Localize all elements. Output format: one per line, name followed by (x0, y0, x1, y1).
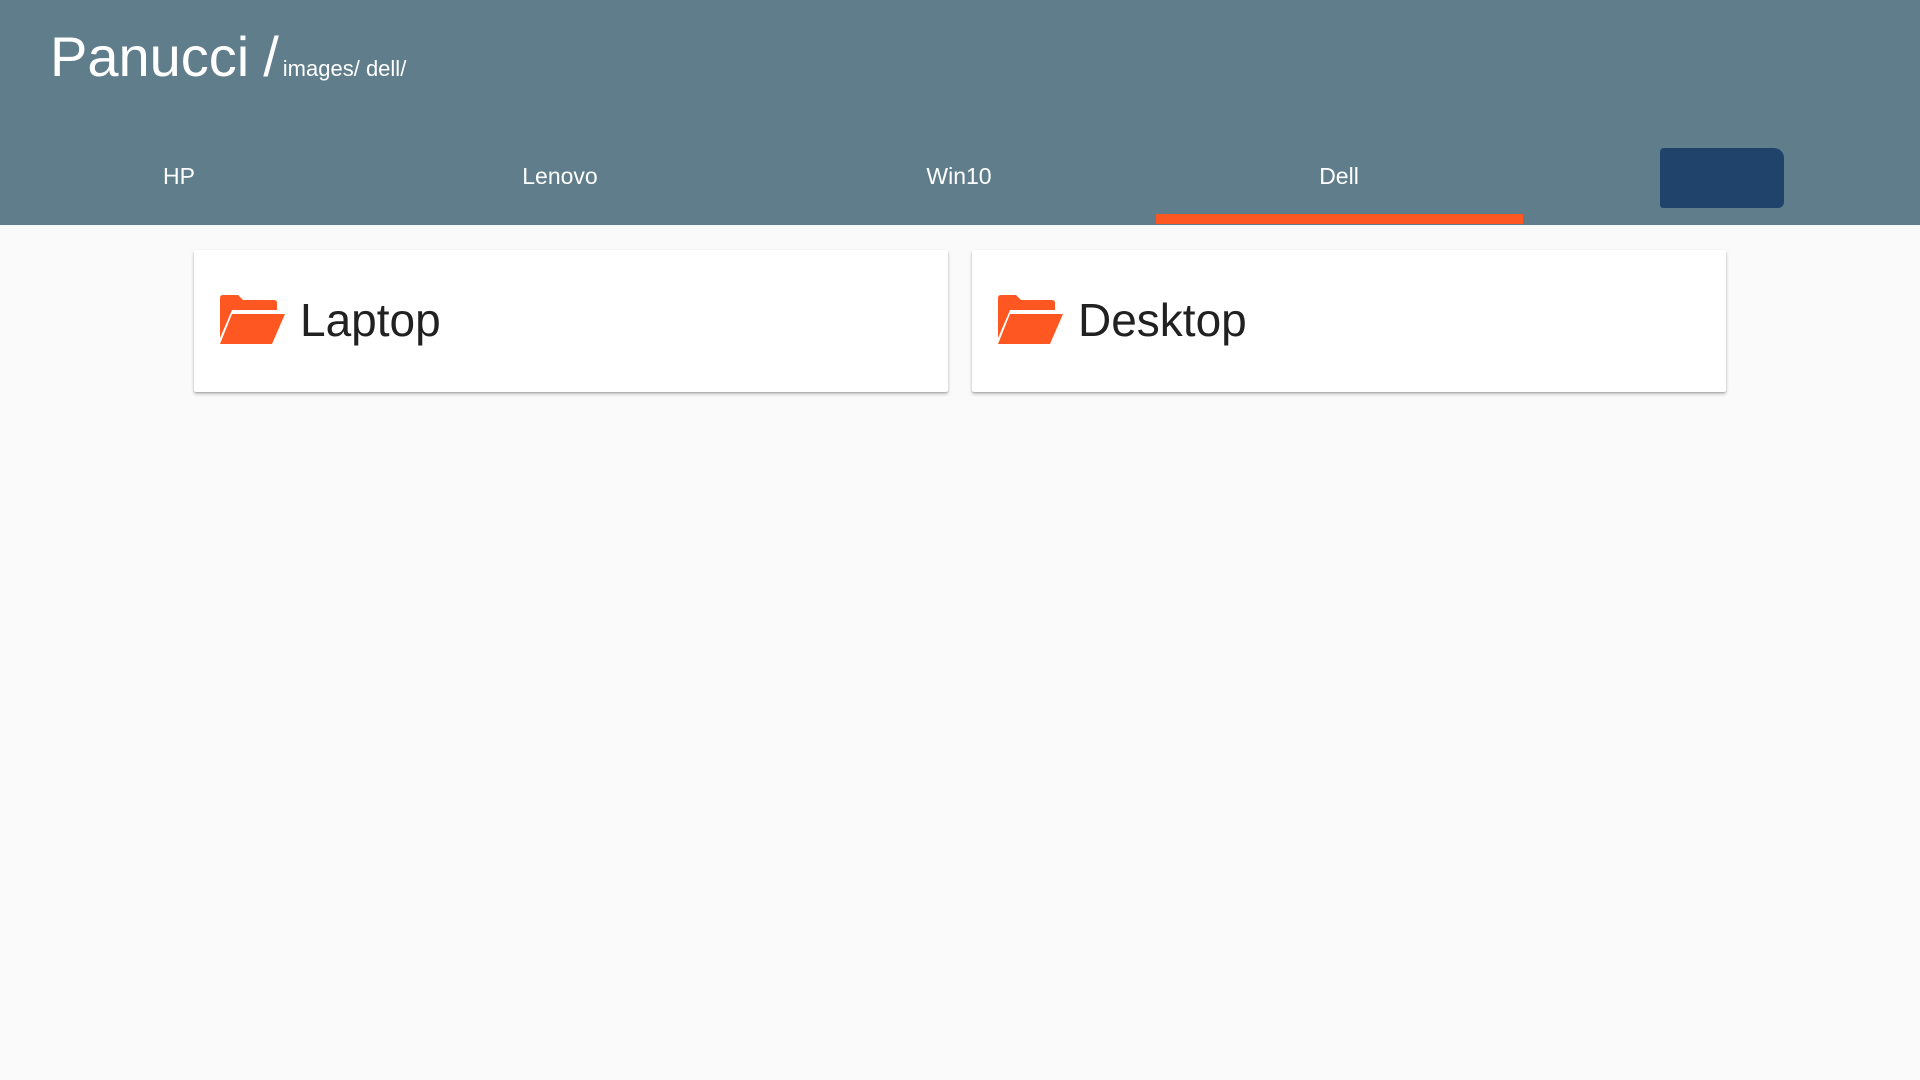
folder-label: Desktop (1078, 294, 1247, 346)
active-tab-indicator (1156, 214, 1523, 224)
title-bar: Panucci / images/ dell/ (50, 24, 406, 90)
app-header: Panucci / images/ dell/ HP Lenovo Win10 … (0, 0, 1920, 225)
folder-card-laptop[interactable]: Laptop (194, 250, 948, 392)
folder-open-icon (220, 295, 285, 344)
tab-bar: HP Lenovo Win10 Dell (0, 140, 1920, 225)
tab-win10[interactable]: Win10 (806, 140, 1112, 225)
folder-label: Laptop (300, 294, 441, 346)
redacted-tab[interactable] (1660, 148, 1784, 208)
tab-dell[interactable]: Dell (1186, 140, 1492, 225)
breadcrumb: images/ dell/ (282, 56, 407, 81)
folder-open-icon (998, 295, 1063, 344)
title-separator: / (263, 25, 279, 88)
tab-lenovo[interactable]: Lenovo (407, 140, 713, 225)
app-title: Panucci (50, 25, 250, 88)
folder-card-desktop[interactable]: Desktop (972, 250, 1726, 392)
tab-hp[interactable]: HP (26, 140, 332, 225)
